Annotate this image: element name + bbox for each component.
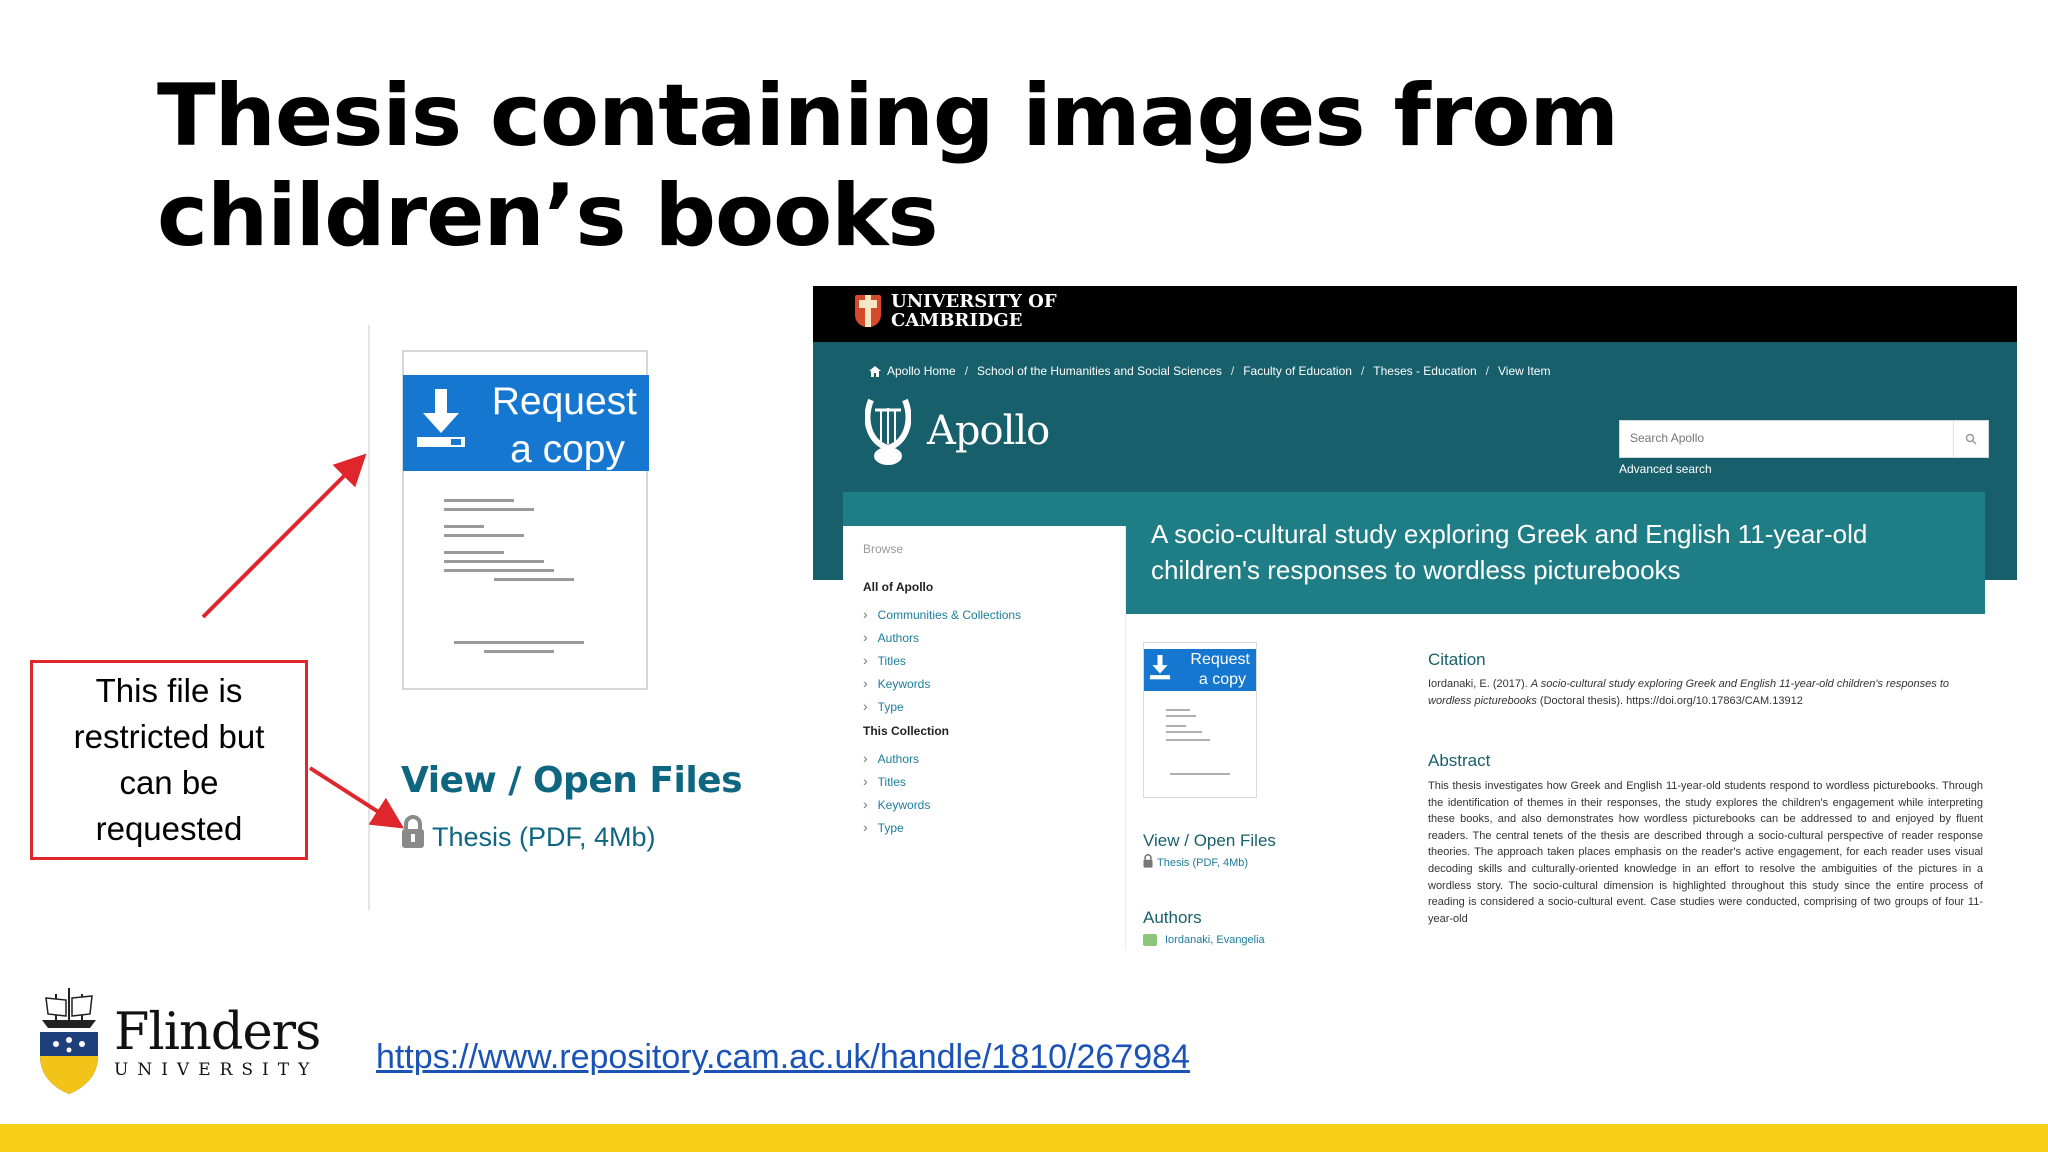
footer-yellow-bar [0,1124,2048,1152]
breadcrumb-faculty[interactable]: Faculty of Education [1243,364,1352,378]
flinders-crest-icon [40,988,98,1094]
sidebar-item-type[interactable]: Type [863,698,904,714]
request-copy-thumbnail[interactable]: Request a copy [402,350,649,690]
author-icon [1143,934,1157,946]
sidebar-item-keywords[interactable]: Keywords [863,675,931,691]
sidebar-collection-heading: This Collection [863,724,950,738]
sidebar-collection-authors[interactable]: Authors [863,750,919,766]
apollo-screenshot: UNIVERSITY OF CAMBRIDGE Apollo Home / Sch… [813,286,2017,950]
flinders-university-label: UNIVERSITY [114,1060,319,1080]
small-lock-icon [1143,854,1153,868]
browse-sidebar: Browse All of Apollo Communities & Colle… [843,526,1126,950]
author-link[interactable]: Iordanaki, Evangelia [1165,934,1265,946]
search-icon [1965,433,1977,445]
cambridge-logo[interactable]: UNIVERSITY OF CAMBRIDGE [855,292,1057,330]
title-line-2: children’s books [157,166,939,266]
citation-author-year: Iordanaki, E. (2017). [1428,678,1528,690]
thesis-pdf-link[interactable]: Thesis (PDF, 4Mb) [432,822,656,853]
search-input[interactable] [1620,421,1960,455]
small-thesis-pdf-link[interactable]: Thesis (PDF, 4Mb) [1157,857,1248,869]
authors-heading: Authors [1143,908,1202,927]
cambridge-header: UNIVERSITY OF CAMBRIDGE [813,286,2017,342]
small-copy-label: a copy [1198,671,1246,688]
sidebar-item-communities[interactable]: Communities & Collections [863,606,1021,622]
breadcrumb-theses[interactable]: Theses - Education [1373,364,1476,378]
abstract-text: This thesis investigates how Greek and E… [1428,780,1983,925]
apollo-site-name: Apollo [927,408,1050,454]
lyre-icon [865,398,911,465]
view-open-files-heading: View / Open Files [401,760,743,801]
abstract-heading: Abstract [1428,751,1491,770]
citation-doi: (Doctoral thesis). https://doi.org/10.17… [1539,695,1803,707]
thumb-line [1166,709,1190,711]
breadcrumb: Apollo Home / School of the Humanities an… [869,364,1550,378]
sidebar-browse-label: Browse [863,542,904,556]
slide-title: Thesis containing images from children’s… [157,66,1657,266]
download-icon [417,389,465,447]
callout-box: This file is restricted but can be reque… [30,660,308,860]
download-small-icon [1149,655,1171,680]
zoom-divider [368,325,370,910]
lock-icon [402,815,424,848]
small-view-open-files-heading: View / Open Files [1143,831,1276,850]
breadcrumb-view-item: View Item [1498,364,1551,378]
sidebar-item-titles[interactable]: Titles [863,652,906,668]
thumb-line [1166,739,1210,741]
title-line-1: Thesis containing images from [157,66,1619,166]
thumbnail-text-lines [444,499,594,659]
apollo-logo[interactable]: Apollo [865,396,1050,466]
sidebar-all-heading: All of Apollo [863,580,934,594]
thumb-line [1166,725,1186,727]
cambridge-logo-line2: CAMBRIDGE [891,310,1023,331]
request-copy-small-thumbnail[interactable]: Request a copy [1143,642,1257,798]
callout-text: This file is restricted but can be reque… [73,672,265,847]
thumb-line [1166,715,1196,717]
home-icon[interactable] [869,365,881,377]
breadcrumb-school[interactable]: School of the Humanities and Social Scie… [977,364,1222,378]
flinders-wordmark: Flinders [114,1003,321,1062]
advanced-search-link[interactable]: Advanced search [1619,462,1712,476]
sidebar-collection-titles[interactable]: Titles [863,773,906,789]
thumb-line [1170,773,1230,775]
citation-text: Iordanaki, E. (2017). A socio-cultural s… [1428,676,1968,710]
copy-label: a copy [510,428,625,471]
cambridge-shield-icon [855,295,881,327]
request-copy-small-banner[interactable]: Request a copy [1144,649,1256,691]
sidebar-collection-keywords[interactable]: Keywords [863,796,931,812]
item-title: A socio-cultural study exploring Greek a… [1151,519,1868,585]
sidebar-collection-type[interactable]: Type [863,819,904,835]
sidebar-item-authors[interactable]: Authors [863,629,919,645]
flinders-logo: Flinders UNIVERSITY [36,986,321,1096]
small-request-label: Request [1190,651,1250,668]
request-copy-banner[interactable]: Request a copy [403,375,649,471]
repository-url-link[interactable]: https://www.repository.cam.ac.uk/handle/… [376,1038,1190,1077]
citation-heading: Citation [1428,650,1486,669]
request-label: Request [491,380,637,423]
breadcrumb-apollo-home[interactable]: Apollo Home [887,364,956,378]
search-button[interactable] [1953,421,1988,457]
search-box [1619,420,1989,458]
thumb-line [1166,731,1202,733]
cambridge-logo-line1: UNIVERSITY OF [891,291,1057,312]
